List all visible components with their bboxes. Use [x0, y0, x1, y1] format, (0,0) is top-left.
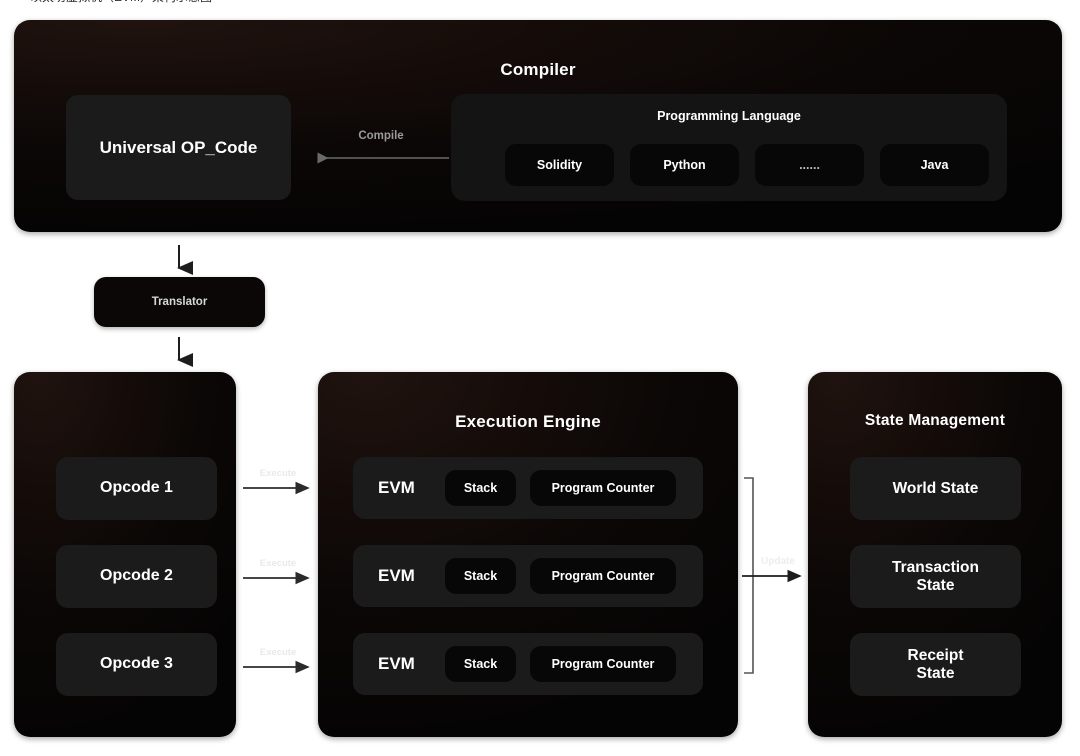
compile-arrow-label: Compile	[358, 130, 404, 142]
evm-label-2: EVM	[378, 566, 415, 585]
language-chip-java[interactable]: Java	[880, 144, 989, 186]
execution-engine-title: Execution Engine	[455, 412, 601, 431]
translator-card[interactable]: Translator	[94, 277, 265, 327]
state-management-title: State Management	[864, 412, 1006, 429]
evm-stack-chip-1[interactable]: Stack	[445, 470, 516, 506]
evm-stack-chip-3[interactable]: Stack	[445, 646, 516, 682]
execute-label-3: Execute	[259, 647, 297, 658]
evm-row-1[interactable]: EVM Stack Program Counter	[353, 457, 703, 519]
language-chip-solidity[interactable]: Solidity	[505, 144, 614, 186]
evm-program-counter-chip-1[interactable]: Program Counter	[530, 470, 676, 506]
evm-row-3[interactable]: EVM Stack Program Counter	[353, 633, 703, 695]
evm-label-1: EVM	[378, 478, 415, 497]
state-card-receipt-state[interactable]: Receipt State	[850, 633, 1021, 696]
language-chip-ellipsis[interactable]: ......	[755, 144, 864, 186]
opcode-card-2[interactable]: Opcode 2	[56, 545, 217, 608]
opcode-card-3[interactable]: Opcode 3	[56, 633, 217, 696]
compiler-title: Compiler	[500, 60, 576, 79]
opcode-panel: Opcode 1 Opcode 2 Opcode 3	[14, 372, 236, 737]
evm-label-3: EVM	[378, 654, 415, 673]
compiler-panel: Compiler Universal OP_Code Programming L…	[14, 20, 1062, 232]
execution-engine-panel: Execution Engine EVM Stack Program Count…	[318, 372, 738, 737]
page-caption: 以太坊虚拟机（EVM）架构示意图	[30, 0, 460, 4]
opcode-card-1[interactable]: Opcode 1	[56, 457, 217, 520]
evm-program-counter-chip-2[interactable]: Program Counter	[530, 558, 676, 594]
diagram-root: 以太坊虚拟机（EVM）架构示意图 Compiler Universal OP_C…	[0, 0, 1080, 756]
evm-bracket	[744, 477, 754, 674]
evm-row-2[interactable]: EVM Stack Program Counter	[353, 545, 703, 607]
state-management-panel: State Management World State Transaction…	[808, 372, 1062, 737]
execute-label-1: Execute	[259, 468, 297, 479]
universal-opcode-card[interactable]: Universal OP_Code	[66, 95, 291, 200]
compile-arrow: Compile	[311, 130, 451, 176]
state-card-transaction-state[interactable]: Transaction State	[850, 545, 1021, 608]
state-card-world-state[interactable]: World State	[850, 457, 1021, 520]
execute-label-2: Execute	[259, 558, 297, 569]
language-chip-python[interactable]: Python	[630, 144, 739, 186]
programming-language-group: Programming Language Solidity Python ...…	[451, 94, 1007, 201]
update-label: Update	[761, 556, 795, 567]
evm-program-counter-chip-3[interactable]: Program Counter	[530, 646, 676, 682]
programming-language-title: Programming Language	[657, 109, 801, 123]
evm-stack-chip-2[interactable]: Stack	[445, 558, 516, 594]
